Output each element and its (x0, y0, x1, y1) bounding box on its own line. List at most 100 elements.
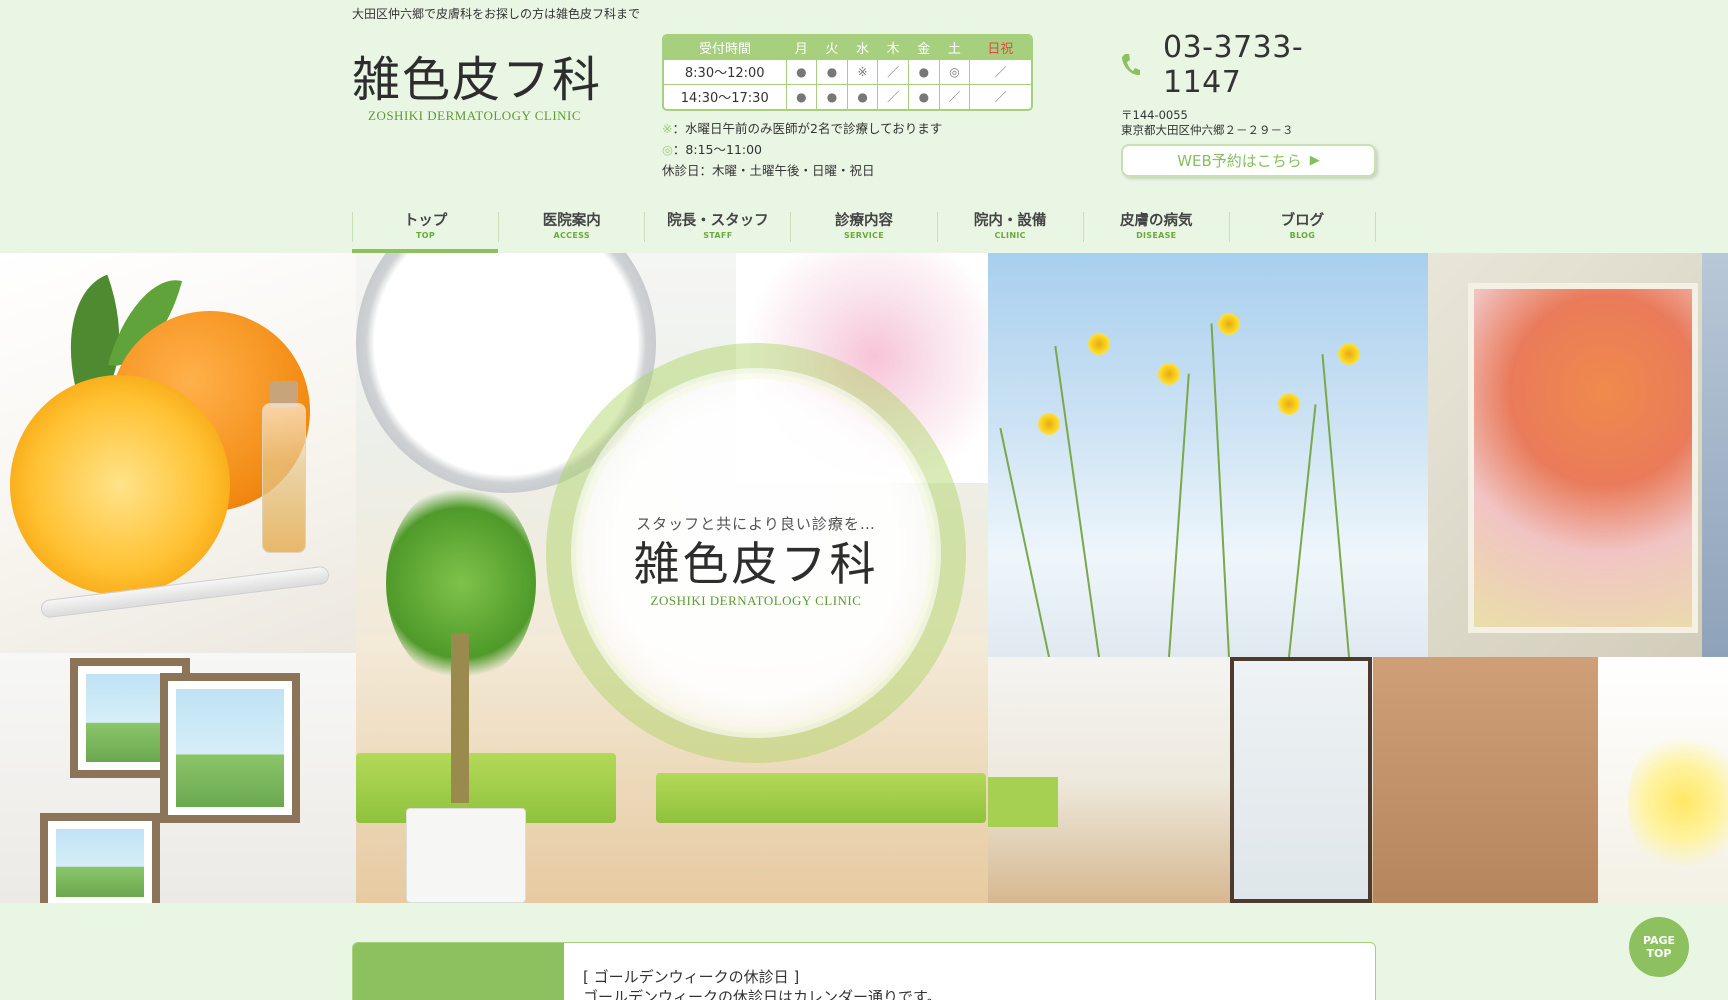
hero-logo-english: ZOSHIKI DERNATOLOGY CLINIC (650, 592, 862, 608)
dandelion-shape (1038, 413, 1060, 435)
logo-english: ZOSHIKI DERMATOLOGY CLINIC (368, 108, 582, 123)
day-thu: 木 (877, 36, 909, 59)
nav-label: ブログ (1280, 213, 1325, 229)
nav-item-top[interactable]: トップ TOP (352, 212, 499, 253)
hours-time: 8:30～12:00 (664, 58, 786, 84)
hours-mark: ● (846, 83, 878, 109)
hours-row-afternoon: 14:30～17:30 ● ● ● ／ ● ／ ／ (664, 83, 1031, 109)
hours-mark: ／ (969, 83, 1031, 109)
hero-collage: スタッフと共により良い診療を… 雑色皮フ科 ZOSHIKI DERNATOLOG… (0, 253, 1728, 903)
hero-logo-japanese: 雑色皮フ科 (633, 537, 879, 591)
nav-item-service[interactable]: 診療内容 SERVICE (790, 212, 936, 242)
nav-item-clinic[interactable]: 院内・設備 CLINIC (936, 212, 1083, 242)
hours-notes: ※：水曜日午前のみ医師が2名で診療しております ◎：8:15～11:00 休診日… (662, 118, 942, 181)
contact-block: 03-3733-1147 〒144-0055 東京都大田区仲六郷２－２９－３ W… (1121, 30, 1376, 177)
note-wednesday: ※：水曜日午前のみ医師が2名で診療しております (662, 118, 942, 139)
stem-shape (1210, 323, 1230, 657)
hours-mark: ● (816, 58, 848, 84)
nav-label: 院内・設備 (973, 213, 1047, 229)
news-body: [ ゴールデンウィークの休診日 ] ゴールデンウィークの休診日はカレンダー通りで… (583, 967, 942, 1000)
hours-mark: ● (785, 58, 817, 84)
site-logo[interactable]: 雑色皮フ科 ZOSHIKI DERMATOLOGY CLINIC (352, 56, 602, 124)
nav-label: 皮膚の病気 (1120, 213, 1193, 229)
stem-shape (1054, 345, 1100, 657)
hours-header-row: 受付時間 月 火 水 木 金 土 日祝 (664, 36, 1031, 59)
logo-japanese: 雑色皮フ科 (352, 52, 603, 108)
hours-mark: ● (908, 58, 940, 84)
nav-item-blog[interactable]: ブログ BLOG (1228, 212, 1376, 242)
stem-shape (1168, 373, 1190, 657)
news-title[interactable]: [ ゴールデンウィークの休診日 ] (583, 967, 942, 987)
nav-sublabel: DISEASE (1136, 231, 1177, 240)
note-text: ：水曜日午前のみ医師が2名で診療しております (672, 121, 943, 136)
web-reservation-label: WEB予約はこちら (1177, 152, 1302, 170)
picture-frame (40, 813, 160, 903)
note-saturday: ◎：8:15～11:00 (662, 139, 942, 160)
hours-head-label: 受付時間 (664, 36, 786, 59)
day-holiday: 日祝 (969, 36, 1031, 59)
news-text: ゴールデンウィークの休診日はカレンダー通りです。 (583, 988, 942, 1000)
nav-sublabel: STAFF (703, 231, 733, 240)
orange-half-shape (10, 375, 230, 595)
nav-sublabel: ACCESS (553, 231, 590, 240)
dandelion-shape (1218, 313, 1240, 335)
note-text: 休診日：木曜・土曜午後・日曜・祝日 (662, 163, 875, 178)
hours-mark: ／ (877, 58, 909, 84)
plant-trunk-shape (451, 633, 469, 803)
address: 〒144-0055 東京都大田区仲六郷２－２９－３ (1121, 108, 1376, 138)
bench-shape (988, 777, 1058, 827)
nav-label: 院長・スタッフ (667, 213, 769, 229)
hours-mark: ● (785, 83, 817, 109)
hours-mark: ／ (877, 83, 909, 109)
day-mon: 月 (786, 36, 817, 59)
phone-number[interactable]: 03-3733-1147 (1163, 30, 1376, 100)
dandelion-shape (1338, 343, 1360, 365)
dandelion-shape (1088, 333, 1110, 355)
day-sat: 土 (939, 36, 970, 59)
site-header: 大田区仲六郷で皮膚科をお探しの方は雑色皮フ科まで 雑色皮フ科 ZOSHIKI D… (0, 0, 1728, 253)
global-nav: トップ TOP 医院案内 ACCESS 院長・スタッフ STAFF 診療内容 S… (352, 208, 1376, 253)
photo-orange-oil (0, 253, 356, 653)
nav-label: 診療内容 (834, 213, 893, 229)
stem-shape (1321, 354, 1350, 657)
hours-mark: ／ (938, 83, 970, 109)
hours-mark: ● (816, 83, 848, 109)
note-mark: ◎ (662, 142, 673, 157)
nav-item-disease[interactable]: 皮膚の病気 DISEASE (1082, 212, 1229, 242)
web-reservation-button[interactable]: WEB予約はこちら ▶ (1121, 144, 1376, 177)
oil-bottle-shape (262, 403, 306, 553)
note-mark: ※ (662, 121, 673, 136)
dandelion-shape (1158, 363, 1180, 385)
nav-item-access[interactable]: 医院案内 ACCESS (498, 212, 644, 242)
painting-shape (1468, 283, 1698, 633)
note-closed-days: 休診日：木曜・土曜午後・日曜・祝日 (662, 160, 942, 181)
hero-title: スタッフと共により良い診療を… 雑色皮フ科 ZOSHIKI DERNATOLOG… (612, 513, 900, 609)
bench-shape (656, 773, 986, 823)
stem-shape (1288, 404, 1317, 657)
page-top-button[interactable]: PAGE TOP (1629, 917, 1689, 977)
plant-pot-shape (406, 808, 526, 903)
day-tue: 火 (816, 36, 848, 59)
nav-sublabel: TOP (416, 231, 436, 240)
phone-row[interactable]: 03-3733-1147 (1121, 30, 1376, 100)
news-label-panel (353, 943, 564, 1000)
glass-door-shape (1230, 657, 1372, 903)
play-arrow-icon: ▶ (1309, 153, 1320, 168)
hours-mark: ● (908, 83, 940, 109)
nav-item-staff[interactable]: 院長・スタッフ STAFF (644, 212, 790, 242)
zip-code: 〒144-0055 (1121, 108, 1188, 122)
photo-dandelions-sky (988, 253, 1428, 657)
hours-time: 14:30～17:30 (664, 83, 786, 109)
day-wed: 水 (847, 36, 878, 59)
nav-sublabel: SERVICE (843, 231, 884, 240)
nav-label: 医院案内 (542, 213, 601, 229)
hours-mark: ◎ (938, 58, 970, 84)
office-hours-table: 受付時間 月 火 水 木 金 土 日祝 8:30～12:00 ● ● ※ ／ ●… (662, 34, 1033, 111)
header-tagline: 大田区仲六郷で皮膚科をお探しの方は雑色皮フ科まで (352, 7, 641, 21)
hours-mark: ／ (969, 58, 1031, 84)
lily-shape (1628, 727, 1728, 877)
hero-tagline: スタッフと共により良い診療を… (636, 515, 876, 533)
photo-reception (988, 657, 1598, 903)
dandelion-shape (1278, 393, 1300, 415)
hours-mark: ※ (846, 58, 878, 84)
